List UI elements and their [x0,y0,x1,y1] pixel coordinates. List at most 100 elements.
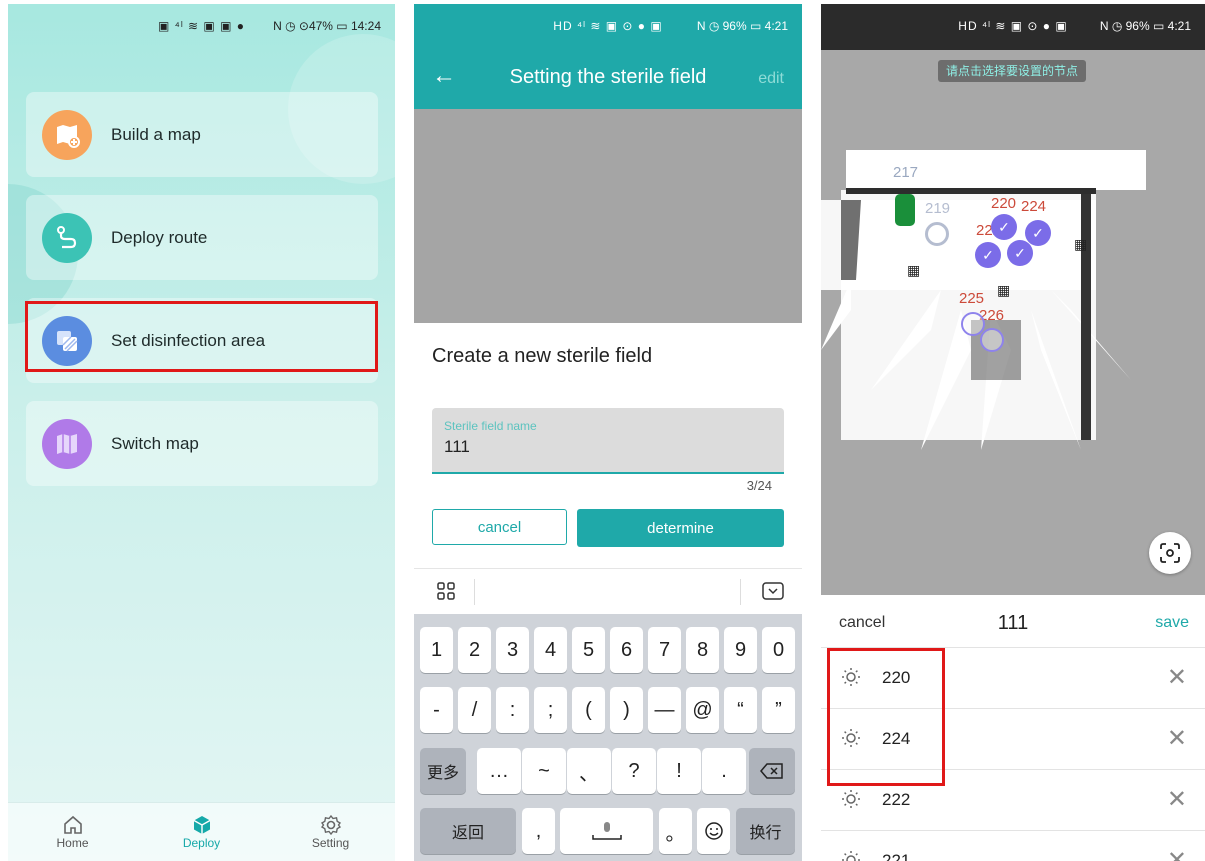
sun-icon [842,790,860,808]
key[interactable]: ( [572,687,605,733]
occupancy-map [821,150,1146,450]
tab-setting[interactable]: Setting [266,803,395,861]
key[interactable]: 5 [572,627,605,673]
char-counter: 3/24 [746,478,772,493]
keyboard-toolbar [414,568,802,615]
panel-header: cancel 111 save [821,595,1205,648]
locate-button[interactable] [1149,532,1191,574]
key[interactable]: / [458,687,491,733]
field-name-container: Sterile field name [432,408,784,474]
node-number: 221 [882,851,911,861]
key[interactable]: ) [610,687,643,733]
close-icon[interactable]: ✕ [1167,724,1187,753]
node-label: 224 [1021,198,1047,215]
list-item[interactable]: 221 ✕ [821,831,1205,861]
key[interactable]: : [496,687,529,733]
tab-label: Deploy [182,836,221,850]
key[interactable]: — [648,687,681,733]
key[interactable]: 2 [458,627,491,673]
key[interactable]: ! [657,748,701,794]
selected-node-check-icon[interactable]: ✓ [975,242,1001,268]
cube-icon [193,816,210,834]
key-more[interactable]: 更多 [420,748,466,794]
key[interactable]: 、 [567,748,611,794]
key[interactable]: 8 [686,627,719,673]
map-view[interactable]: 请点击选择要设置的节点 217 219 220 224 222 225 226 … [821,50,1205,595]
close-icon[interactable]: ✕ [1167,846,1187,861]
key[interactable]: . [702,748,746,794]
space-key[interactable] [560,808,653,854]
selected-node-check-icon[interactable]: ✓ [1007,240,1033,266]
key-newline[interactable]: 换行 [736,808,795,854]
menu-label: Build a map [111,124,201,144]
node-number: 222 [882,790,911,809]
create-field-dialog: Create a new sterile field Sterile field… [414,323,802,568]
key[interactable]: 7 [648,627,681,673]
route-icon [42,212,92,263]
cancel-button[interactable]: cancel [432,509,567,545]
tab-deploy[interactable]: Deploy [137,803,266,861]
key[interactable]: … [477,748,521,794]
edit-button[interactable]: edit [758,70,784,88]
menu-build-map[interactable]: Build a map [26,92,378,177]
panel-title: 111 [997,612,1029,634]
grid-apps-icon[interactable] [436,581,456,606]
dimmed-backdrop [414,109,802,323]
keyboard: 1 2 3 4 5 6 7 8 9 0 - / : ; ( ) — @ “ ” … [414,614,802,861]
emoji-key[interactable] [697,808,730,854]
sun-icon [842,851,860,861]
key[interactable]: 4 [534,627,567,673]
status-right: N ◷ 96% ▭ 4:21 [1099,19,1191,33]
status-bar: HD ⁴ˡ ≋ ▣ ⊙ ● ▣ N ◷ 96% ▭ 4:21 [821,4,1205,50]
tab-home[interactable]: Home [8,803,137,861]
key[interactable]: ” [762,687,795,733]
close-icon[interactable]: ✕ [1167,663,1187,692]
field-name-input[interactable] [442,436,766,458]
selected-nodes-panel: cancel 111 save 220 ✕ 224 ✕ 222 ✕ 221 ✕ [821,595,1205,861]
menu-deploy-route[interactable]: Deploy route [26,195,378,280]
close-icon[interactable]: ✕ [1167,785,1187,814]
key[interactable]: @ [686,687,719,733]
menu-switch-map[interactable]: Switch map [26,401,378,486]
menu-label: Deploy route [111,227,208,247]
key-period[interactable]: 。 [659,808,692,854]
node-label: 217 [893,164,919,181]
key-comma[interactable]: , [522,808,555,854]
scan-focus-icon [1160,543,1180,563]
status-bar: HD ⁴ˡ ≋ ▣ ⊙ ● ▣ N ◷ 96% ▭ 4:21 [414,4,802,48]
save-button[interactable]: save [1155,614,1189,632]
selected-node-check-icon[interactable]: ✓ [1025,220,1051,246]
key[interactable]: ; [534,687,567,733]
node-label: 219 [925,200,951,217]
status-row: HD ⁴ˡ ≋ ▣ ⊙ ● ▣ N ◷ 96% ▭ 4:21 [821,4,1205,48]
home-icon [63,815,82,834]
key[interactable]: ? [612,748,656,794]
backspace-key[interactable] [749,748,795,794]
node-select-screen: HD ⁴ˡ ≋ ▣ ⊙ ● ▣ N ◷ 96% ▭ 4:21 请点击选择要设置的… [821,4,1205,861]
deploy-screen: ▣ ⁴ˡ ≋ ▣ ▣ ● N ◷ ⊙47% ▭ 14:24 Build a ma… [8,4,395,861]
divider [740,579,741,605]
gear-icon [320,814,341,836]
qr-marker-icon: ▦ [1074,236,1088,252]
selected-node-check-icon[interactable]: ✓ [991,214,1017,240]
determine-button[interactable]: determine [577,509,784,547]
field-label: Sterile field name [444,419,537,433]
key[interactable]: “ [724,687,757,733]
qr-marker-icon: ▦ [997,282,1011,298]
tab-label: Home [56,836,89,850]
key[interactable]: ~ [522,748,566,794]
key[interactable]: 0 [762,627,795,673]
key[interactable]: 3 [496,627,529,673]
key[interactable]: 9 [724,627,757,673]
emoji-icon [704,822,723,840]
key[interactable]: 1 [420,627,453,673]
status-right: N ◷ ⊙47% ▭ 14:24 [273,19,381,33]
charging-station-icon[interactable] [895,194,915,226]
hide-keyboard-icon[interactable] [762,581,784,606]
key[interactable]: - [420,687,453,733]
key-return[interactable]: 返回 [420,808,516,854]
unselected-node-icon[interactable] [980,328,1004,352]
divider [474,579,475,605]
robot-position-icon [925,222,949,246]
key[interactable]: 6 [610,627,643,673]
